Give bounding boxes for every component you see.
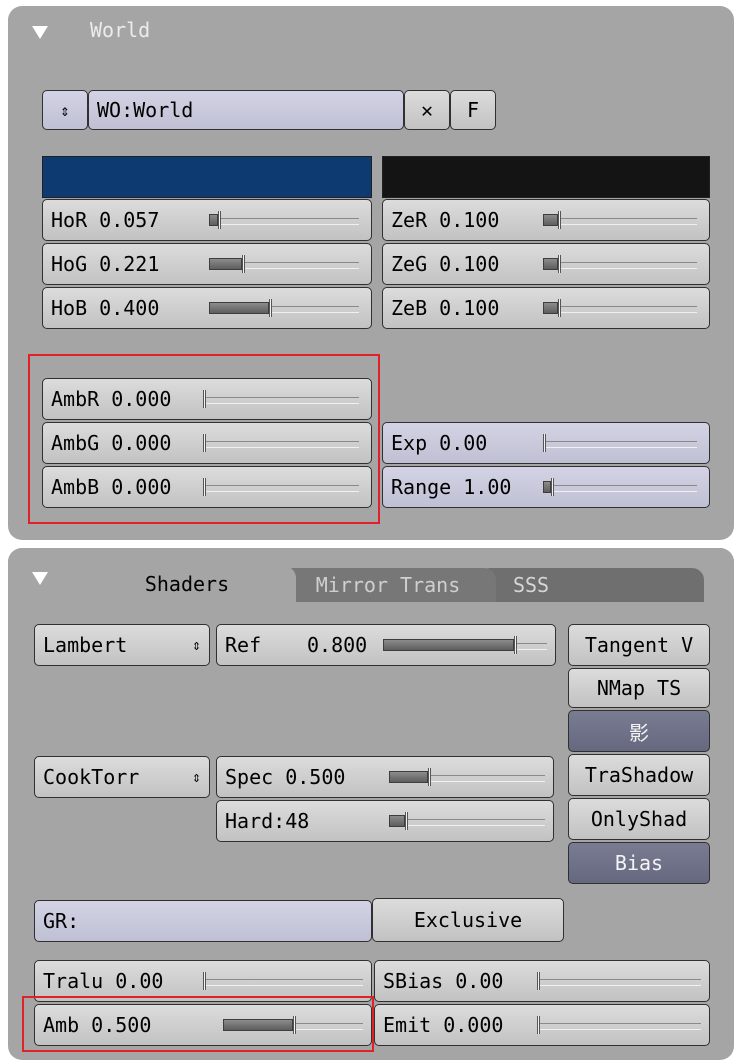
shaders-panel: SSS Mirror Trans Shaders Lambert ⇕ Ref 0… xyxy=(8,548,734,1060)
slider-fill xyxy=(543,481,551,493)
zenith-green-slider[interactable]: ZeG 0.100 xyxy=(382,243,710,285)
world-panel: World ⇕ WO:World ✕ F HoR 0.057 HoG 0.221… xyxy=(8,6,734,540)
up-down-arrows-icon: ⇕ xyxy=(191,768,201,786)
bias-toggle[interactable]: Bias xyxy=(568,842,710,884)
slider-handle[interactable] xyxy=(514,636,517,654)
collapse-triangle-icon[interactable] xyxy=(32,26,48,39)
slider-handle[interactable] xyxy=(537,1016,540,1034)
horizon-green-slider[interactable]: HoG 0.221 xyxy=(42,243,372,285)
slider-handle[interactable] xyxy=(242,255,245,273)
ambient-highlight-box xyxy=(28,354,380,524)
amb-highlight-box xyxy=(22,996,374,1052)
horizon-blue-slider[interactable]: HoB 0.400 xyxy=(42,287,372,329)
exposure-slider[interactable]: Exp 0.00 xyxy=(382,422,710,464)
slider-fill xyxy=(209,214,218,226)
onlyshad-toggle[interactable]: OnlyShad xyxy=(568,798,710,840)
slider-handle[interactable] xyxy=(543,434,546,452)
slider-fill xyxy=(543,214,558,226)
tab-bar: SSS Mirror Trans Shaders xyxy=(8,548,734,602)
slider-fill xyxy=(209,258,242,270)
trashadow-toggle[interactable]: TraShadow xyxy=(568,754,710,796)
fake-user-button[interactable]: F xyxy=(450,90,496,130)
slider-fill xyxy=(543,302,558,314)
slider-handle[interactable] xyxy=(269,299,272,317)
slider-fill xyxy=(383,639,514,651)
zenith-color-swatch[interactable] xyxy=(382,156,710,198)
specular-shader-dropdown[interactable]: CookTorr ⇕ xyxy=(34,756,210,798)
slider-fill xyxy=(389,815,405,827)
slider-handle[interactable] xyxy=(558,299,561,317)
slider-handle[interactable] xyxy=(537,972,540,990)
slider-handle[interactable] xyxy=(428,768,431,786)
range-slider[interactable]: Range 1.00 xyxy=(382,466,710,508)
slider-fill xyxy=(389,771,428,783)
horizon-color-swatch[interactable] xyxy=(42,156,372,198)
tab-sss[interactable]: SSS xyxy=(478,568,704,602)
collapse-triangle-icon[interactable] xyxy=(32,572,48,585)
slider-handle[interactable] xyxy=(218,211,221,229)
tab-shaders[interactable]: Shaders xyxy=(78,566,296,602)
close-icon: ✕ xyxy=(420,98,434,122)
hard-slider[interactable]: Hard:48 xyxy=(216,800,554,842)
up-down-arrows-icon: ⇕ xyxy=(60,100,70,120)
slider-handle[interactable] xyxy=(203,972,206,990)
zenith-blue-slider[interactable]: ZeB 0.100 xyxy=(382,287,710,329)
world-browse-button[interactable]: ⇕ xyxy=(42,90,88,130)
nmap-ts-toggle[interactable]: NMap TS xyxy=(568,668,710,708)
world-name-field[interactable]: WO:World xyxy=(88,90,404,130)
emit-slider[interactable]: Emit 0.000 xyxy=(374,1004,710,1046)
tab-mirror-trans[interactable]: Mirror Trans xyxy=(280,568,496,602)
world-panel-header[interactable]: World xyxy=(8,6,734,56)
shadow-toggle[interactable]: 影 xyxy=(568,710,710,752)
horizon-red-slider[interactable]: HoR 0.057 xyxy=(42,199,372,241)
slider-handle[interactable] xyxy=(558,255,561,273)
tangent-v-toggle[interactable]: Tangent V xyxy=(568,624,710,666)
slider-handle[interactable] xyxy=(551,478,554,496)
slider-fill xyxy=(209,302,269,314)
diffuse-shader-dropdown[interactable]: Lambert ⇕ xyxy=(34,624,210,666)
slider-fill xyxy=(543,258,558,270)
panel-title: World xyxy=(90,18,151,42)
up-down-arrows-icon: ⇕ xyxy=(191,636,201,654)
slider-handle[interactable] xyxy=(405,812,408,830)
sbias-slider[interactable]: SBias 0.00 xyxy=(374,960,710,1002)
ref-slider[interactable]: Ref 0.800 xyxy=(216,624,556,666)
slider-handle[interactable] xyxy=(558,211,561,229)
group-field[interactable]: GR: xyxy=(34,900,372,942)
exclusive-button[interactable]: Exclusive xyxy=(372,898,564,942)
unlink-world-button[interactable]: ✕ xyxy=(404,90,450,130)
spec-slider[interactable]: Spec 0.500 xyxy=(216,756,554,798)
zenith-red-slider[interactable]: ZeR 0.100 xyxy=(382,199,710,241)
